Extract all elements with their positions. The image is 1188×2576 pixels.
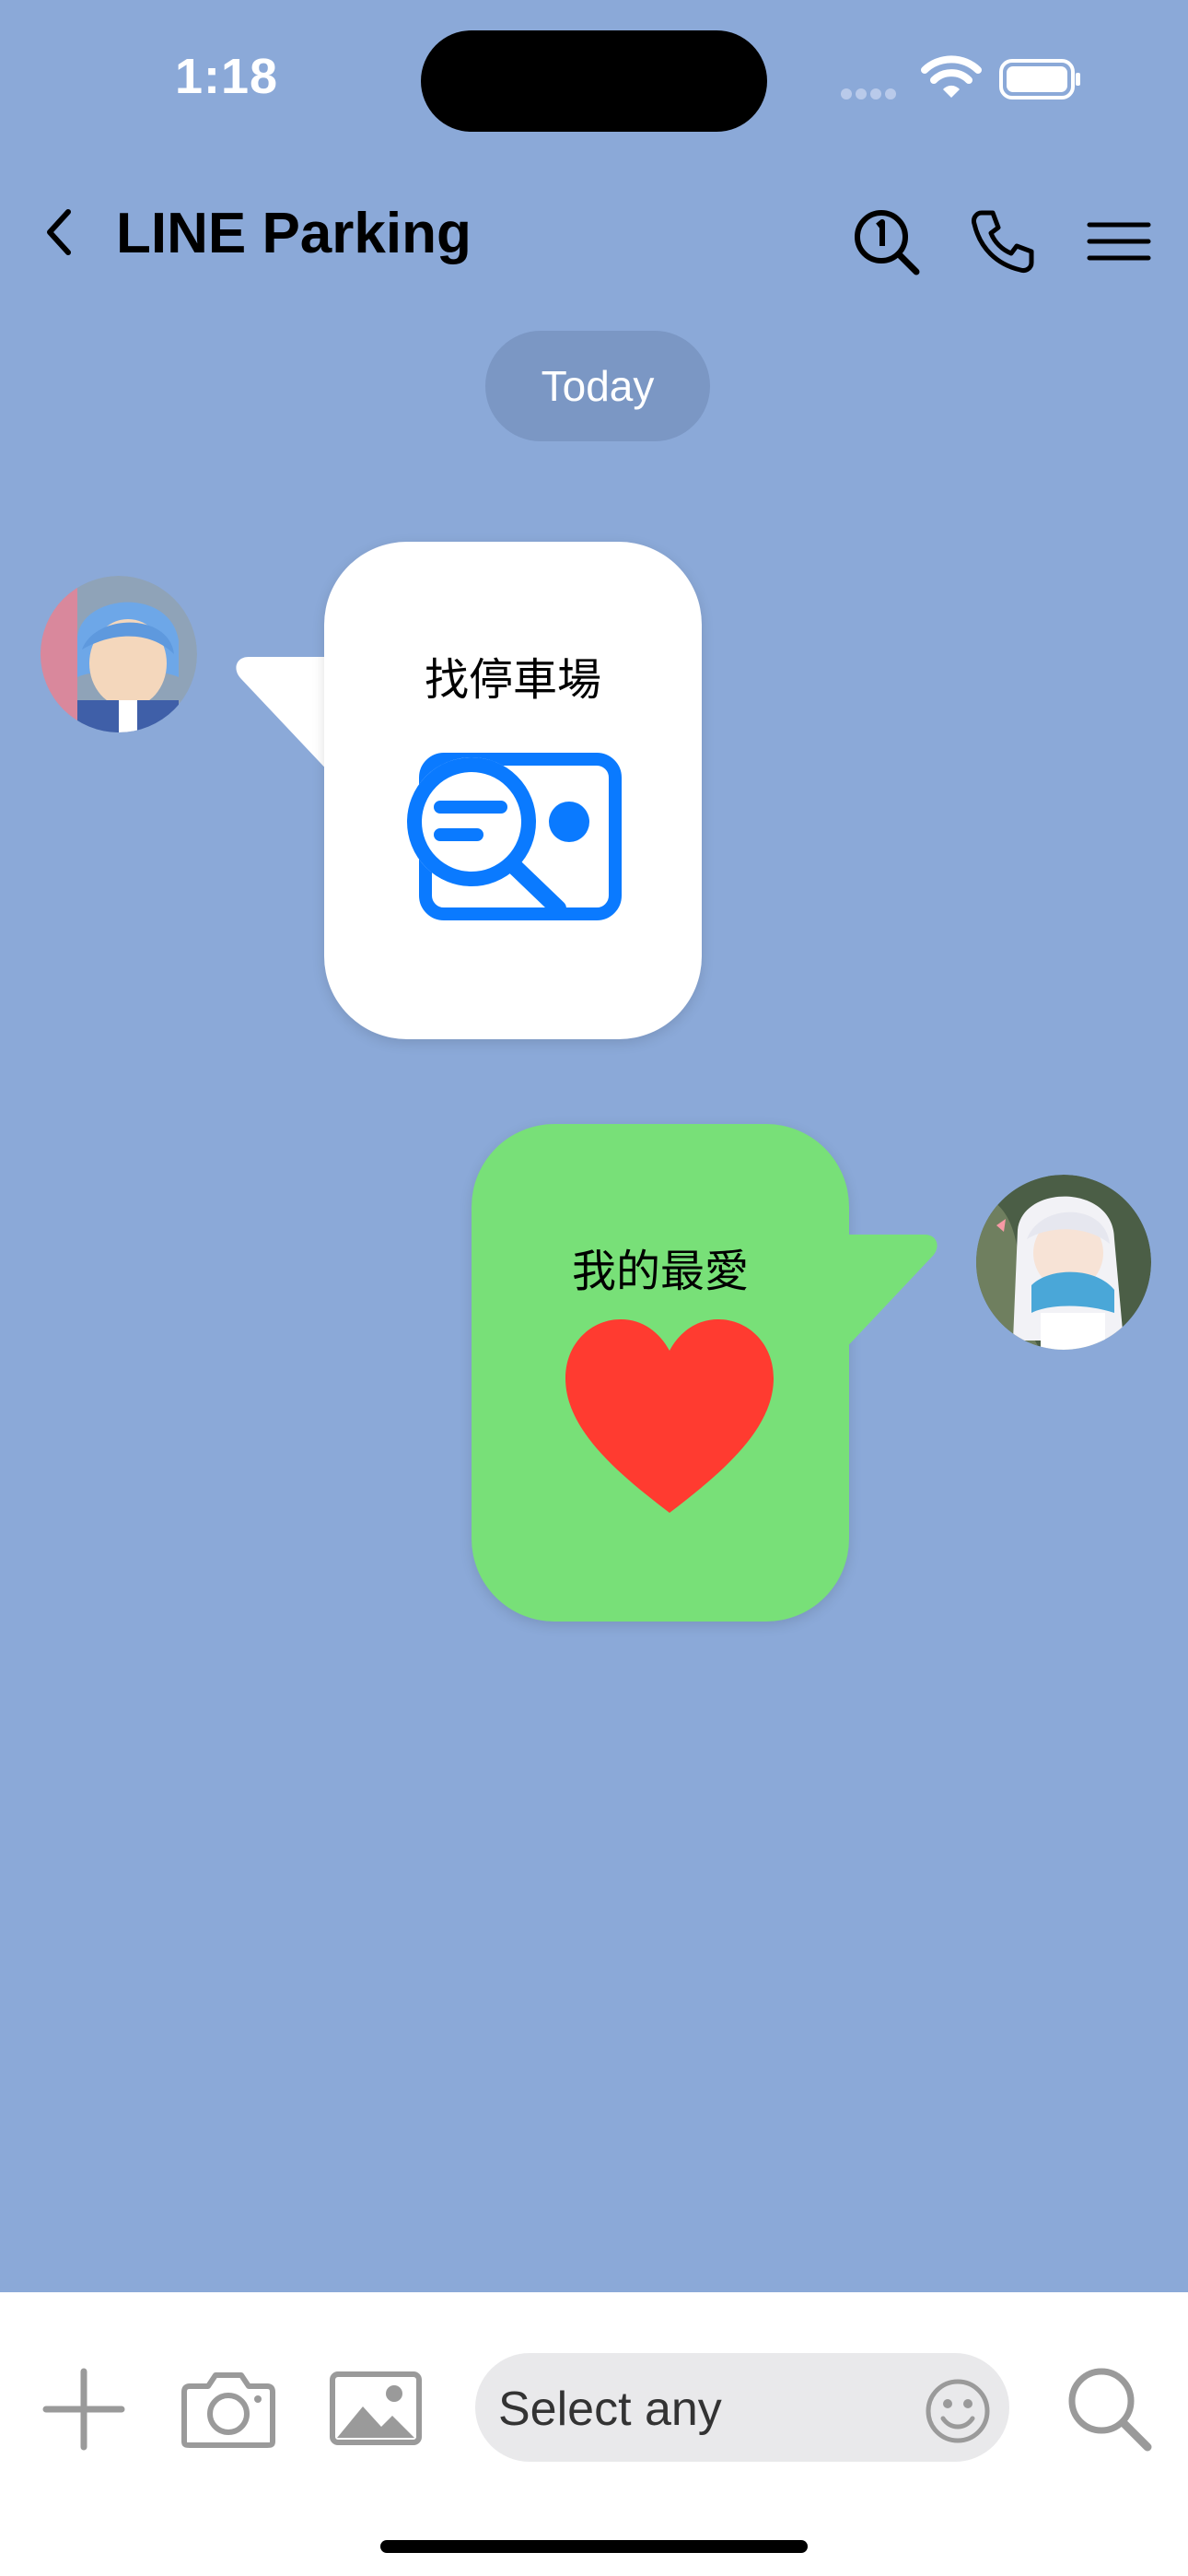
search-icon[interactable] — [1065, 2364, 1153, 2453]
photo-icon[interactable] — [330, 2371, 422, 2445]
battery-icon — [999, 59, 1080, 100]
chat-title: LINE Parking — [116, 202, 472, 265]
heart-icon — [565, 1319, 774, 1513]
message-text: 我的最愛 — [571, 1247, 749, 1296]
menu-icon[interactable] — [1087, 221, 1151, 262]
back-icon[interactable] — [37, 205, 83, 260]
signal-icon — [841, 88, 900, 104]
message-bubble-incoming[interactable]: 找停車場 — [232, 542, 702, 1039]
contact-avatar[interactable] — [41, 576, 197, 732]
dynamic-island — [421, 30, 767, 132]
phone-icon[interactable] — [969, 207, 1037, 275]
message-input-placeholder: Select any — [498, 2383, 722, 2436]
user-avatar[interactable] — [976, 1175, 1151, 1350]
home-indicator — [380, 2540, 808, 2553]
bubble-tail — [840, 1235, 938, 1354]
date-separator: Today — [485, 331, 710, 441]
message-bubble-outgoing[interactable]: 我的最愛 — [472, 1124, 941, 1622]
camera-icon[interactable] — [181, 2370, 276, 2449]
search-card-icon — [407, 753, 622, 920]
wifi-icon — [921, 55, 982, 98]
emoji-icon[interactable] — [925, 2378, 991, 2444]
status-time: 1:18 — [175, 49, 279, 104]
message-text: 找停車場 — [424, 656, 601, 705]
search-chat-icon[interactable] — [852, 207, 922, 279]
plus-icon[interactable] — [42, 2368, 125, 2451]
bubble-tail — [236, 657, 333, 777]
